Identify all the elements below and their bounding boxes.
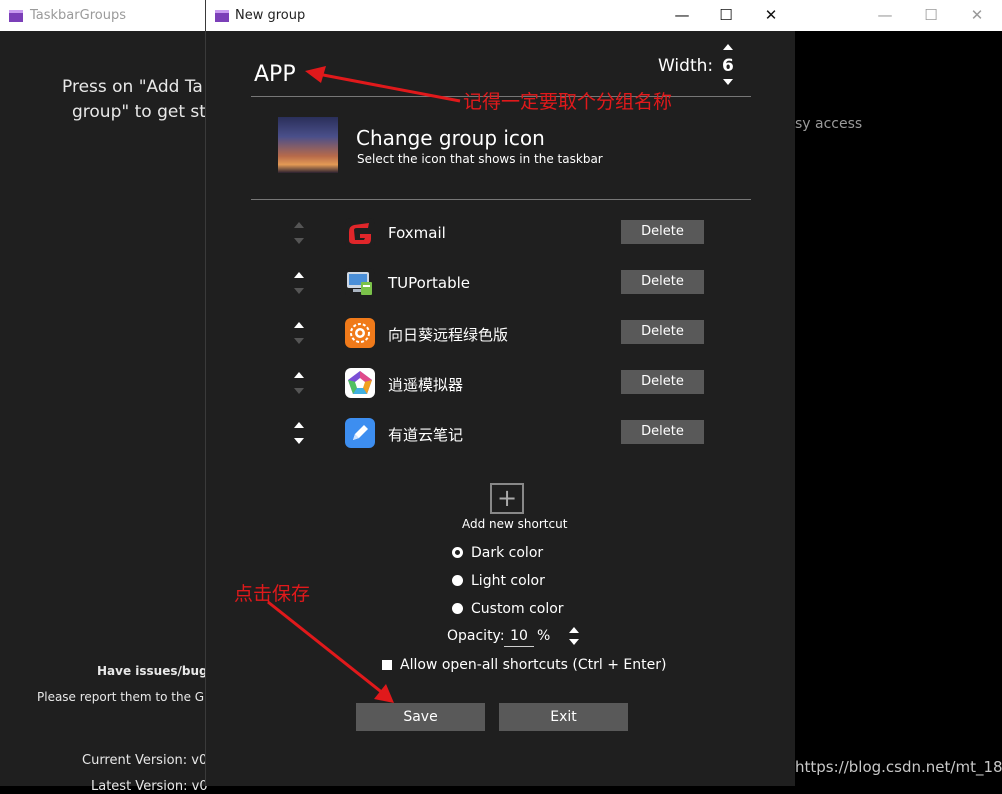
dialog-maximize-button[interactable]: ☐ bbox=[704, 4, 748, 26]
move-up-arrow-icon[interactable] bbox=[294, 222, 304, 228]
shortcut-label: 逍遥模拟器 bbox=[388, 376, 464, 394]
taskbargroups-app-icon bbox=[9, 10, 23, 22]
shortcut-label: 向日葵远程绿色版 bbox=[388, 326, 509, 344]
group-name-input[interactable]: APP bbox=[254, 62, 296, 87]
custom-color-label: Custom color bbox=[471, 601, 564, 617]
sunflower-icon bbox=[345, 318, 375, 348]
opacity-unit: % bbox=[537, 628, 551, 644]
change-group-icon-title[interactable]: Change group icon bbox=[356, 126, 545, 150]
dialog-minimize-button[interactable]: — bbox=[660, 4, 704, 26]
shortcut-label: Foxmail bbox=[388, 224, 446, 242]
width-increase-arrow-icon[interactable] bbox=[723, 44, 733, 50]
opacity-label: Opacity: bbox=[447, 628, 505, 644]
bg-latest-version: Latest Version: v0 bbox=[91, 779, 208, 794]
delete-shortcut-button[interactable]: Delete bbox=[621, 320, 704, 344]
watermark-text: https://blog.csdn.net/mt_187 bbox=[795, 758, 1002, 776]
dialog-title: New group bbox=[235, 8, 306, 23]
move-up-arrow-icon[interactable] bbox=[294, 322, 304, 328]
shortcut-label: TUPortable bbox=[388, 274, 470, 292]
width-value[interactable]: 6 bbox=[722, 56, 734, 76]
save-button[interactable]: Save bbox=[356, 703, 485, 731]
move-up-arrow-icon[interactable] bbox=[294, 272, 304, 278]
move-down-arrow-icon[interactable] bbox=[294, 338, 304, 344]
custom-color-radio[interactable] bbox=[452, 603, 463, 614]
tuportable-icon bbox=[345, 268, 375, 298]
group-icon-image[interactable] bbox=[278, 117, 338, 173]
light-color-radio[interactable] bbox=[452, 575, 463, 586]
dark-color-label: Dark color bbox=[471, 545, 544, 561]
new-group-dialog: New group — ☐ ✕ APP Width: 6 Change grou… bbox=[205, 0, 795, 786]
move-down-arrow-icon[interactable] bbox=[294, 238, 304, 244]
add-shortcut-label: Add new shortcut bbox=[462, 517, 568, 531]
foxmail-icon bbox=[345, 218, 375, 248]
allow-open-all-label: Allow open-all shortcuts (Ctrl + Enter) bbox=[400, 657, 667, 673]
bg-issues-text: Please report them to the Git bbox=[37, 690, 213, 704]
bg-issues-heading: Have issues/bugs bbox=[97, 664, 215, 678]
bg-access-text: sy access bbox=[795, 116, 863, 132]
delete-shortcut-button[interactable]: Delete bbox=[621, 220, 704, 244]
icon-separator bbox=[251, 199, 751, 200]
memu-icon bbox=[345, 368, 375, 398]
bg-close-button[interactable]: ✕ bbox=[957, 4, 997, 26]
bg-intro-line1: Press on "Add Ta bbox=[62, 77, 203, 97]
bg-minimize-button[interactable]: — bbox=[865, 4, 905, 26]
dialog-close-button[interactable]: ✕ bbox=[749, 4, 793, 26]
move-down-arrow-icon[interactable] bbox=[294, 438, 304, 444]
shortcut-label: 有道云笔记 bbox=[388, 426, 464, 444]
youdao-note-icon bbox=[345, 418, 375, 448]
move-up-arrow-icon[interactable] bbox=[294, 372, 304, 378]
move-down-arrow-icon[interactable] bbox=[294, 288, 304, 294]
save-annotation-text: 点击保存 bbox=[234, 583, 311, 605]
bg-window-title: TaskbarGroups bbox=[30, 8, 126, 23]
move-down-arrow-icon[interactable] bbox=[294, 388, 304, 394]
opacity-input[interactable]: 10 bbox=[504, 628, 534, 647]
dark-color-radio[interactable] bbox=[452, 547, 463, 558]
move-up-arrow-icon[interactable] bbox=[294, 422, 304, 428]
delete-shortcut-button[interactable]: Delete bbox=[621, 370, 704, 394]
opacity-decrease-arrow-icon[interactable] bbox=[569, 639, 579, 645]
width-decrease-arrow-icon[interactable] bbox=[723, 79, 733, 85]
opacity-increase-arrow-icon[interactable] bbox=[569, 627, 579, 633]
bg-right-area: sy access bbox=[795, 31, 1002, 786]
name-annotation-text: 记得一定要取个分组名称 bbox=[463, 91, 673, 113]
dialog-app-icon bbox=[215, 10, 229, 22]
add-shortcut-button[interactable]: + bbox=[490, 483, 524, 514]
light-color-label: Light color bbox=[471, 573, 545, 589]
dialog-titlebar: New group — ☐ ✕ bbox=[206, 0, 795, 31]
change-group-icon-subtitle: Select the icon that shows in the taskba… bbox=[357, 152, 603, 166]
delete-shortcut-button[interactable]: Delete bbox=[621, 270, 704, 294]
width-label: Width: bbox=[658, 56, 714, 76]
delete-shortcut-button[interactable]: Delete bbox=[621, 420, 704, 444]
bg-maximize-button[interactable]: ☐ bbox=[911, 4, 951, 26]
allow-open-all-checkbox[interactable] bbox=[382, 660, 392, 670]
exit-button[interactable]: Exit bbox=[499, 703, 628, 731]
bg-intro-line2: group" to get st bbox=[72, 102, 206, 122]
bg-current-version: Current Version: v0 bbox=[82, 753, 208, 768]
